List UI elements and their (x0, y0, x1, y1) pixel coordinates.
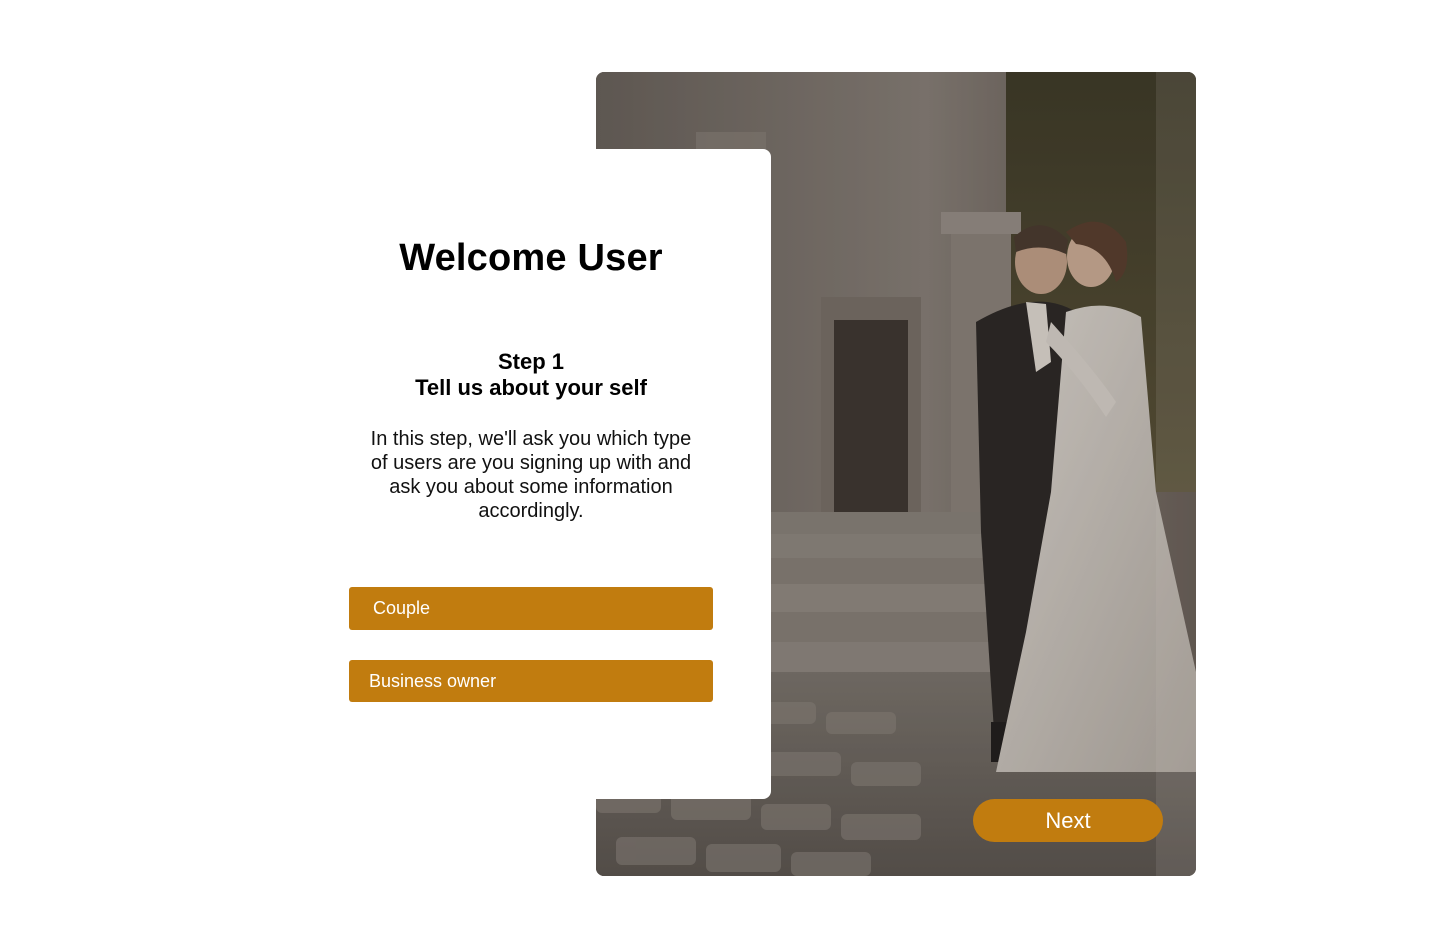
step-number-label: Step 1 (497, 349, 565, 374)
next-button[interactable]: Next (973, 799, 1163, 842)
welcome-title: Welcome User (399, 237, 663, 279)
step-description: In this step, we'll ask you which type o… (370, 428, 692, 522)
signup-step-page: Welcome User Step 1 Tell us about your s… (0, 0, 1440, 948)
signup-card: Welcome User Step 1 Tell us about your s… (290, 149, 771, 799)
step-heading: Step 1 Tell us about your self (290, 349, 772, 401)
couple-option-button[interactable]: Couple (349, 587, 713, 630)
step-title: Tell us about your self (415, 375, 647, 400)
business-owner-option-button[interactable]: Business owner (349, 660, 713, 702)
